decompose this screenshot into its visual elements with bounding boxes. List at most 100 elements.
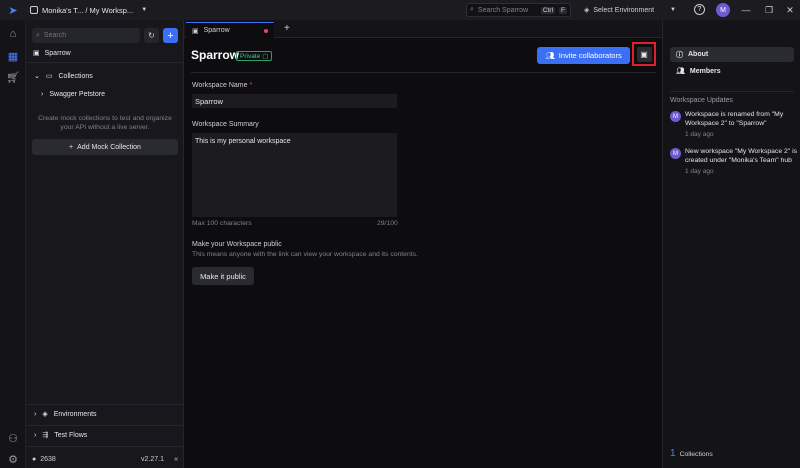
- sidebar: ⌕ ↻ + ▣ Sparrow ⌄ ▭ Collections › Swagge…: [26, 20, 184, 468]
- title-bar: ➤ Monika's T... / My Worksp... ▼ ⌕ Searc…: [0, 0, 800, 20]
- sidebar-item-collections[interactable]: ⌄ ▭ Collections: [26, 69, 184, 83]
- update-time: 1 day ago: [685, 131, 714, 138]
- close-icon[interactable]: ✕: [782, 2, 798, 18]
- make-public-button[interactable]: Make it public: [192, 267, 254, 285]
- plus-icon: +: [69, 143, 74, 151]
- workspace-icon: ▣: [33, 50, 40, 57]
- team-icon[interactable]: ⚇: [5, 430, 21, 446]
- plus-icon: +: [167, 29, 174, 42]
- environment-label: Select Environment: [593, 6, 655, 14]
- test-flows-label: Test Flows: [54, 431, 88, 439]
- collection-item-label: Swagger Petstore: [49, 90, 105, 98]
- update-text: New workspace "My Workspace 2" is create…: [685, 148, 797, 164]
- right-panel: ⓘ About 👥︎ Members Workspace Updates M W…: [662, 20, 800, 468]
- badge-label: Private: [240, 52, 261, 60]
- divider: [26, 425, 184, 426]
- mock-hint-text: Create mock collections to test and orga…: [38, 115, 172, 131]
- workspace-name-label: Workspace Name *: [192, 82, 252, 89]
- flow-icon: ⇶: [42, 432, 49, 439]
- public-description: This means anyone with the link can view…: [192, 251, 418, 258]
- workspace-summary-input[interactable]: This is my personal workspace: [192, 133, 397, 217]
- shortcut-f: F: [559, 6, 567, 14]
- required-mark: *: [249, 82, 253, 89]
- collapse-sidebar-icon[interactable]: «: [174, 456, 178, 463]
- about-label: About: [688, 51, 709, 58]
- tab-bar: ▣ Sparrow +: [184, 20, 662, 38]
- collections-label: Collections: [58, 72, 93, 80]
- home-icon[interactable]: ⌂: [5, 26, 21, 42]
- maximize-icon[interactable]: ❐: [761, 2, 777, 18]
- chevron-down-icon: ▼: [141, 7, 148, 13]
- users-icon: 👥︎: [545, 51, 555, 60]
- updates-heading: Workspace Updates: [670, 97, 733, 104]
- workspace-switcher[interactable]: Monika's T... / My Worksp... ▼: [26, 6, 147, 15]
- users-icon: 👥︎: [676, 68, 685, 75]
- update-text: Workspace is renamed from "My Workspace …: [685, 111, 784, 127]
- workspace-summary-label: Workspace Summary: [192, 121, 259, 128]
- avatar: M: [670, 148, 681, 159]
- save-button[interactable]: ▣: [636, 46, 652, 62]
- sidebar-workspace-name: Sparrow: [44, 49, 71, 57]
- settings-icon[interactable]: ⚙: [5, 451, 21, 467]
- user-avatar[interactable]: M: [716, 3, 730, 17]
- divider: [670, 91, 794, 92]
- layers-icon: ◈: [42, 411, 48, 418]
- collections-count-number: 1: [670, 448, 676, 459]
- status-badge: Private ▢: [236, 51, 273, 61]
- workspace-name-label-text: Workspace Name: [192, 82, 248, 89]
- tab-members[interactable]: 👥︎ Members: [676, 67, 721, 76]
- sidebar-footer: ● 2638 v2.27.1 «: [32, 452, 178, 466]
- chevron-right-icon: ›: [34, 410, 37, 418]
- divider: [26, 404, 184, 405]
- lock-icon: ▢: [262, 53, 269, 60]
- shortcut-ctrl: Ctrl: [540, 6, 556, 14]
- github-icon[interactable]: ●: [32, 456, 36, 463]
- layers-icon: ◈: [584, 7, 590, 14]
- workspace-settings: Sparrow Private ▢ 👥︎ Invite collaborator…: [184, 38, 662, 468]
- invite-collaborators-button[interactable]: 👥︎ Invite collaborators: [537, 47, 630, 64]
- sidebar-search-input[interactable]: [43, 32, 140, 39]
- environment-selector[interactable]: ◈ Select Environment ▼: [584, 3, 680, 17]
- workspace-icon: [30, 6, 38, 14]
- collections-count-label: Collections: [679, 451, 713, 458]
- global-search-input[interactable]: ⌕ Search Sparrow Ctrl F: [466, 3, 571, 17]
- sidebar-item-environments[interactable]: › ◈ Environments: [26, 407, 184, 421]
- avatar: M: [670, 111, 681, 122]
- max-characters-hint: Max 100 characters: [192, 220, 252, 227]
- search-icon: ⌕: [36, 31, 40, 39]
- character-count: 29/100: [377, 220, 398, 227]
- update-time: 1 day ago: [685, 168, 714, 175]
- search-placeholder: Search Sparrow: [477, 6, 529, 14]
- collections-icon[interactable]: ▦: [5, 48, 21, 64]
- collection-item[interactable]: › Swagger Petstore: [26, 87, 184, 101]
- save-highlight: ▣: [632, 42, 656, 66]
- sidebar-workspace[interactable]: ▣ Sparrow: [26, 46, 184, 60]
- new-tab-button[interactable]: +: [284, 23, 290, 34]
- search-icon: ⌕: [470, 6, 474, 13]
- add-button[interactable]: +: [163, 28, 178, 43]
- activity-rail: ⌂ ▦ 🛒︎ ⚇ ⚙: [0, 20, 26, 468]
- divider: [26, 446, 184, 447]
- workspace-path: Monika's T... / My Worksp...: [42, 5, 134, 15]
- collections-folder-icon: ▭: [45, 73, 53, 80]
- chevron-right-icon: ›: [41, 90, 44, 98]
- help-icon[interactable]: ?: [694, 4, 705, 15]
- add-mock-collection-button[interactable]: + Add Mock Collection: [32, 139, 178, 155]
- workspace-name-input[interactable]: [192, 94, 397, 108]
- marketplace-icon[interactable]: 🛒︎: [5, 69, 21, 85]
- sidebar-search[interactable]: ⌕: [32, 28, 140, 43]
- divider: [26, 62, 184, 63]
- chevron-right-icon: ›: [34, 431, 37, 439]
- unsaved-indicator: [264, 29, 268, 33]
- members-label: Members: [689, 67, 721, 75]
- refresh-button[interactable]: ↻: [144, 28, 159, 43]
- tab-label: Sparrow: [203, 27, 230, 34]
- chevron-down-icon: ⌄: [34, 73, 40, 80]
- github-stars[interactable]: 2638: [40, 456, 56, 463]
- sidebar-item-test-flows[interactable]: › ⇶ Test Flows: [26, 428, 184, 442]
- save-icon: ▣: [640, 49, 648, 59]
- tab-about[interactable]: ⓘ About: [670, 47, 794, 62]
- refresh-icon: ↻: [148, 31, 155, 40]
- minimize-icon[interactable]: —: [738, 2, 754, 18]
- tab-sparrow[interactable]: ▣ Sparrow: [186, 22, 274, 38]
